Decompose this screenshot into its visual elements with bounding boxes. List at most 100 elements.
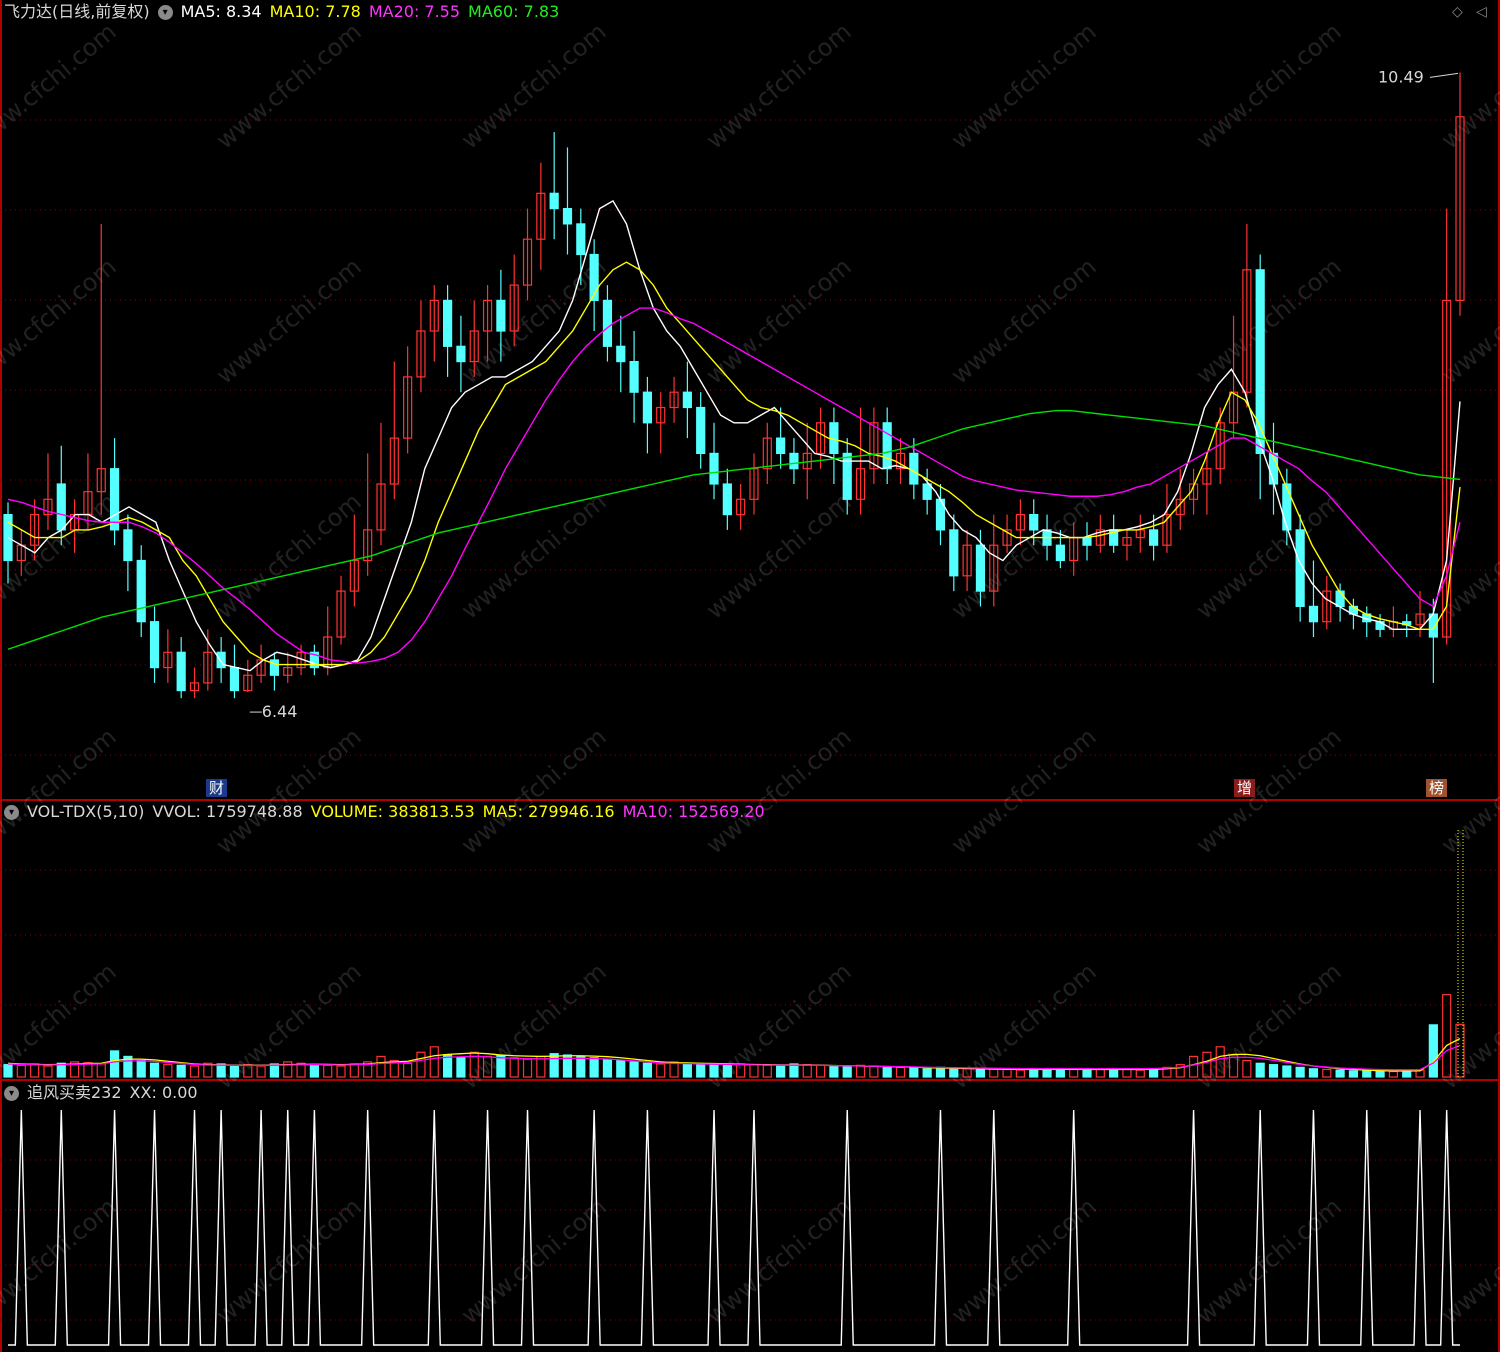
vol-indicator-name: VOL-TDX(5,10) bbox=[27, 802, 145, 821]
watermark-text: www.cfchi.com bbox=[701, 722, 857, 859]
volume-settings-icon[interactable]: ▾ bbox=[4, 805, 19, 820]
volume-bar bbox=[1282, 1065, 1292, 1078]
volume-bar bbox=[16, 1064, 26, 1078]
xx-readout: XX: 0.00 bbox=[129, 1083, 198, 1102]
volume-bar bbox=[403, 1062, 413, 1078]
candle-body bbox=[975, 544, 986, 592]
candle-body bbox=[1149, 529, 1159, 546]
volume-bar bbox=[336, 1065, 346, 1078]
volume-bar bbox=[416, 1051, 426, 1078]
volume-bar bbox=[776, 1065, 786, 1078]
candle-body bbox=[949, 529, 959, 577]
ma60-readout: MA60: 7.83 bbox=[468, 2, 560, 21]
watermark-text: www.cfchi.com bbox=[701, 252, 857, 389]
volume-bar bbox=[802, 1064, 812, 1078]
volume-bar bbox=[1402, 1070, 1412, 1078]
ma5-readout: MA5: 8.34 bbox=[180, 2, 262, 21]
high-price-label: 10.49 bbox=[1378, 67, 1424, 86]
candle-body bbox=[443, 299, 453, 347]
volume-bar bbox=[602, 1058, 613, 1078]
volume-bar bbox=[1002, 1068, 1012, 1078]
candle-body bbox=[776, 437, 786, 455]
marker-zeng[interactable]: 增 bbox=[1234, 779, 1256, 797]
watermark-text: www.cfchi.com bbox=[1436, 252, 1500, 389]
high-arrow bbox=[1429, 72, 1459, 78]
volume-bar bbox=[1055, 1068, 1065, 1078]
indicator-settings-icon[interactable]: ▾ bbox=[4, 1086, 19, 1101]
volume-bar bbox=[576, 1055, 586, 1078]
volume-bar bbox=[696, 1063, 706, 1078]
volume-bar bbox=[1255, 1062, 1265, 1078]
volume-bar bbox=[1015, 1069, 1026, 1078]
candle-body bbox=[682, 391, 692, 409]
watermark-text: www.cfchi.com bbox=[456, 957, 612, 1094]
volume-readout: VOLUME: 383813.53 bbox=[310, 802, 475, 821]
candle-body bbox=[696, 406, 706, 455]
volume-bar bbox=[629, 1061, 639, 1078]
candle-body bbox=[616, 345, 626, 363]
watermark-text: www.cfchi.com bbox=[1191, 722, 1347, 859]
indicator-name: 追风买卖232 bbox=[27, 1083, 122, 1102]
indicator-panel-header: ▾ 追风买卖232 XX: 0.00 bbox=[4, 1083, 206, 1103]
volume-bar bbox=[935, 1066, 946, 1078]
candle-body bbox=[722, 483, 732, 516]
candle-body bbox=[922, 483, 932, 500]
candle-body bbox=[123, 529, 133, 562]
volume-bar bbox=[43, 1065, 53, 1078]
volume-bar bbox=[1308, 1068, 1319, 1078]
volume-bar bbox=[909, 1067, 919, 1078]
marker-cai[interactable]: 财 bbox=[206, 779, 228, 797]
candle-body bbox=[602, 299, 613, 347]
watermark-text: www.cfchi.com bbox=[0, 252, 122, 389]
settings-icon[interactable]: ▾ bbox=[157, 5, 173, 20]
watermark-text: www.cfchi.com bbox=[211, 17, 367, 154]
volume-bar bbox=[309, 1064, 319, 1078]
watermark-text: www.cfchi.com bbox=[0, 17, 122, 154]
volume-bar bbox=[1042, 1068, 1052, 1078]
watermark-text: www.cfchi.com bbox=[1191, 1192, 1347, 1329]
candle-body bbox=[562, 208, 573, 225]
volume-bar bbox=[1069, 1068, 1079, 1078]
volume-bar bbox=[96, 1063, 106, 1078]
watermark-text: www.cfchi.com bbox=[1191, 252, 1347, 389]
watermark-text: www.cfchi.com bbox=[1436, 487, 1500, 624]
candle-body bbox=[136, 559, 146, 623]
watermark-text: www.cfchi.com bbox=[701, 1192, 857, 1329]
collapse-icon[interactable]: ◁ bbox=[1476, 4, 1487, 20]
watermark-text: www.cfchi.com bbox=[0, 722, 122, 859]
volume-bar bbox=[762, 1064, 772, 1078]
vol-ma10-readout: MA10: 152569.20 bbox=[622, 802, 765, 821]
volume-bar bbox=[323, 1064, 333, 1078]
diamond-icon[interactable]: ◇ bbox=[1452, 4, 1463, 20]
candle-body bbox=[629, 361, 639, 393]
candle-body bbox=[456, 345, 466, 363]
stock-title: 飞力达(日线,前复权) bbox=[4, 2, 150, 21]
volume-bar bbox=[669, 1061, 679, 1078]
volume-bar bbox=[443, 1054, 453, 1078]
watermark-text: www.cfchi.com bbox=[1436, 957, 1500, 1094]
marker-bang[interactable]: 榜 bbox=[1426, 779, 1448, 797]
volume-bar bbox=[269, 1063, 280, 1078]
volume-bar bbox=[3, 1064, 13, 1078]
volume-bar bbox=[216, 1063, 226, 1078]
vvol-readout: VVOL: 1759748.88 bbox=[152, 802, 303, 821]
volume-bar bbox=[855, 1064, 866, 1078]
volume-bar bbox=[589, 1057, 599, 1078]
volume-bar bbox=[829, 1065, 839, 1078]
volume-bar bbox=[642, 1062, 653, 1078]
volume-bar bbox=[975, 1068, 986, 1078]
candle-body bbox=[496, 299, 506, 332]
watermark-text: www.cfchi.com bbox=[701, 17, 857, 154]
volume-bar bbox=[722, 1064, 732, 1078]
candle-body bbox=[549, 192, 559, 210]
candle-body bbox=[842, 452, 852, 500]
volume-bar bbox=[949, 1067, 959, 1078]
watermark-text: www.cfchi.com bbox=[1436, 17, 1500, 154]
volume-bar bbox=[1268, 1064, 1279, 1078]
volume-bar bbox=[895, 1066, 906, 1078]
volume-bar bbox=[682, 1062, 692, 1078]
volume-bar bbox=[1388, 1070, 1398, 1078]
volume-bar bbox=[376, 1055, 386, 1078]
volume-panel-header: ▾ VOL-TDX(5,10) VVOL: 1759748.88 VOLUME: 38… bbox=[4, 802, 773, 822]
watermark-text: www.cfchi.com bbox=[211, 1192, 367, 1329]
